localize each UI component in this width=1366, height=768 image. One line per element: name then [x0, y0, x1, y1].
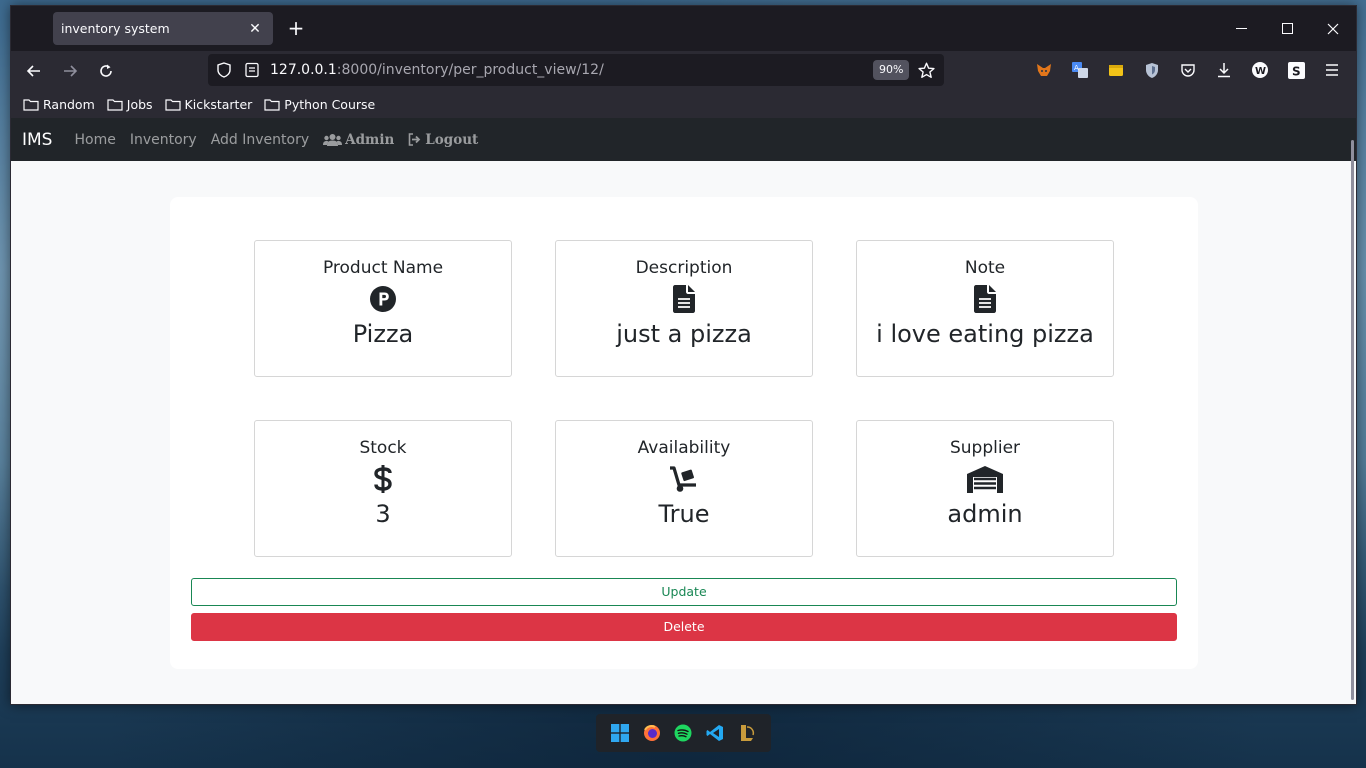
pocket-icon[interactable]	[1179, 61, 1197, 79]
browser-tab[interactable]: inventory system ✕	[53, 12, 273, 45]
wikipedia-extension-icon[interactable]: W	[1251, 61, 1269, 79]
bookmark-label: Jobs	[126, 97, 153, 112]
dollar-icon	[255, 459, 511, 499]
card-title: Stock	[359, 438, 407, 458]
card-value: i love eating pizza	[876, 320, 1094, 348]
card-title: Availability	[637, 438, 731, 458]
update-button[interactable]: Update	[191, 578, 1177, 606]
maximize-icon[interactable]	[1264, 6, 1310, 51]
nav-inventory[interactable]: Inventory	[130, 132, 197, 148]
vscode-icon[interactable]	[705, 723, 725, 743]
page-scrollbar[interactable]	[1351, 140, 1354, 700]
privacy-shield-icon[interactable]	[1143, 61, 1161, 79]
folder-icon	[264, 99, 280, 111]
bookmark-random[interactable]: Random	[23, 97, 95, 112]
card-value: Pizza	[352, 320, 414, 348]
svg-text:W: W	[1255, 66, 1266, 77]
translate-icon[interactable]: A	[1071, 61, 1089, 79]
card-stock: Stock 3	[254, 420, 512, 557]
forward-icon[interactable]	[56, 59, 84, 83]
windows-start-icon[interactable]	[610, 723, 630, 743]
delete-button[interactable]: Delete	[191, 613, 1177, 641]
folder-icon	[164, 99, 181, 111]
spotify-icon[interactable]	[673, 723, 693, 743]
back-icon[interactable]	[20, 59, 48, 83]
svg-text:S: S	[1292, 64, 1301, 78]
reload-icon[interactable]	[92, 59, 120, 83]
bookmark-label: Random	[43, 97, 95, 112]
tab-title: inventory system	[61, 21, 170, 36]
league-client-icon[interactable]	[737, 723, 757, 743]
users-icon	[323, 134, 343, 146]
card-description: Description just a pizza	[555, 240, 813, 377]
card-title: Description	[635, 258, 733, 278]
menu-icon[interactable]	[1323, 61, 1341, 79]
bookmark-kickstarter[interactable]: Kickstarter	[164, 97, 253, 112]
product-detail-container: Product Name Pizza Description just a pi…	[170, 197, 1198, 669]
card-value: just a pizza	[616, 320, 752, 348]
url-text: 127.0.0.1:8000/inventory/per_product_vie…	[270, 54, 604, 86]
file-text-icon	[857, 279, 1113, 319]
app-navbar: IMS Home Inventory Add Inventory Admin L…	[11, 118, 1356, 161]
browser-toolbar: 127.0.0.1:8000/inventory/per_product_vie…	[11, 51, 1356, 91]
card-availability: Availability True	[555, 420, 813, 557]
bookmark-jobs[interactable]: Jobs	[107, 97, 153, 112]
tab-strip: inventory system ✕ +	[11, 6, 1356, 51]
logout-icon	[408, 133, 421, 146]
card-supplier: Supplier admin	[856, 420, 1114, 557]
svg-text:A: A	[1074, 64, 1079, 72]
close-tab-icon[interactable]: ✕	[247, 21, 263, 37]
page-content: IMS Home Inventory Add Inventory Admin L…	[11, 118, 1356, 704]
brand-logo[interactable]: IMS	[22, 130, 52, 150]
folder-icon	[23, 99, 39, 111]
firefox-icon[interactable]	[642, 723, 662, 743]
zoom-badge[interactable]: 90%	[873, 60, 910, 80]
card-note: Note i love eating pizza	[856, 240, 1114, 377]
url-path: :8000/inventory/per_product_view/12/	[336, 62, 604, 78]
nav-home[interactable]: Home	[74, 132, 115, 148]
bookmark-label: Kickstarter	[184, 97, 253, 112]
metamask-icon[interactable]	[1035, 61, 1053, 79]
dolly-icon	[556, 459, 812, 499]
url-host: 127.0.0.1	[270, 62, 337, 78]
nav-logout[interactable]: Logout	[408, 132, 478, 148]
bookmark-star-icon[interactable]	[918, 62, 935, 83]
taskbar	[596, 714, 771, 752]
nav-add-inventory[interactable]: Add Inventory	[211, 132, 309, 148]
minimize-icon[interactable]	[1218, 6, 1264, 51]
card-value: True	[658, 500, 710, 528]
card-product-name: Product Name Pizza	[254, 240, 512, 377]
product-p-icon	[255, 279, 511, 319]
page-info-icon[interactable]	[244, 62, 260, 82]
file-text-icon	[556, 279, 812, 319]
new-tab-icon[interactable]: +	[286, 17, 306, 39]
nav-admin[interactable]: Admin	[323, 132, 394, 148]
warehouse-icon	[857, 459, 1113, 499]
s-extension-icon[interactable]: S	[1287, 61, 1305, 79]
bookmarks-toolbar: Random Jobs Kickstarter Python Course	[11, 91, 1356, 119]
card-value: 3	[375, 500, 391, 528]
folder-icon	[107, 99, 123, 111]
card-title: Note	[964, 258, 1006, 278]
nav-admin-label: Admin	[345, 131, 395, 148]
bookmark-python-course[interactable]: Python Course	[264, 97, 375, 112]
address-bar[interactable]: 127.0.0.1:8000/inventory/per_product_vie…	[208, 54, 944, 86]
close-window-icon[interactable]	[1310, 6, 1356, 51]
card-title: Supplier	[949, 438, 1021, 458]
notes-extension-icon[interactable]	[1107, 61, 1125, 79]
nav-logout-label: Logout	[425, 131, 479, 148]
downloads-icon[interactable]	[1215, 61, 1233, 79]
shield-icon[interactable]	[216, 62, 232, 82]
card-title: Product Name	[322, 258, 444, 278]
bookmark-label: Python Course	[284, 97, 376, 112]
card-value: admin	[947, 500, 1023, 528]
browser-window: inventory system ✕ + 127.0.0.1:8000/inve…	[10, 5, 1357, 705]
